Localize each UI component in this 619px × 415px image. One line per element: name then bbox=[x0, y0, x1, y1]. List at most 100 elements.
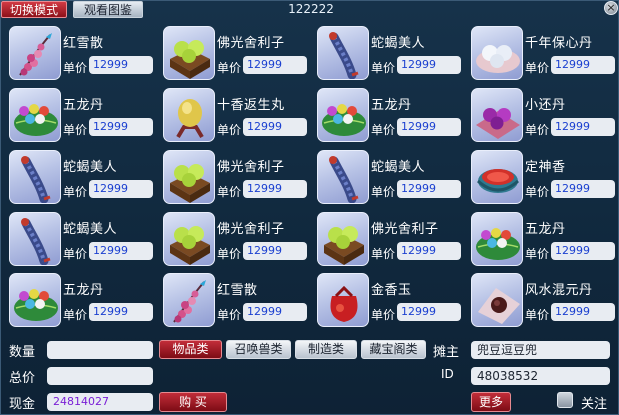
scorpion-icon[interactable] bbox=[9, 150, 61, 204]
item-name: 金香玉 bbox=[371, 283, 412, 298]
item-name: 蛇蝎美人 bbox=[63, 222, 118, 237]
item-name: 五龙丹 bbox=[63, 283, 104, 298]
owner-field: 兜豆逗豆兜 bbox=[471, 341, 610, 359]
scorpion-icon[interactable] bbox=[9, 212, 61, 266]
unit-price-label: 单价 bbox=[63, 185, 88, 199]
unit-price-label: 单价 bbox=[217, 61, 242, 75]
green-pearls-box-icon[interactable] bbox=[163, 150, 215, 204]
switch-mode-button[interactable]: 切换模式 bbox=[1, 1, 67, 18]
green-pearls-box-icon[interactable] bbox=[163, 26, 215, 80]
item-card[interactable]: 五龙丹 单价 12999 bbox=[5, 88, 157, 146]
item-name: 五龙丹 bbox=[525, 222, 566, 237]
unit-price-field: 12999 bbox=[551, 303, 615, 321]
item-card[interactable]: 十香返生丸 单价 12999 bbox=[159, 88, 311, 146]
follow-checkbox[interactable] bbox=[557, 392, 573, 408]
unit-price-field: 12999 bbox=[551, 180, 615, 198]
unit-price-field: 12999 bbox=[551, 242, 615, 260]
id-field: 48038532 bbox=[471, 367, 610, 385]
item-name: 五龙丹 bbox=[371, 98, 412, 113]
item-card[interactable]: 佛光舍利子 单价 12999 bbox=[313, 212, 465, 270]
colored-pills-leaf-icon[interactable] bbox=[9, 273, 61, 327]
item-card[interactable]: 红雪散 单价 12999 bbox=[5, 26, 157, 84]
red-berry-branch-icon[interactable] bbox=[163, 273, 215, 327]
total-price-field bbox=[47, 367, 153, 385]
white-pills-plate-icon[interactable] bbox=[471, 26, 523, 80]
unit-price-label: 单价 bbox=[63, 247, 88, 261]
item-name: 蛇蝎美人 bbox=[63, 160, 118, 175]
green-pearls-box-icon[interactable] bbox=[317, 212, 369, 266]
colored-pills-leaf-icon[interactable] bbox=[317, 88, 369, 142]
unit-price-field: 12999 bbox=[397, 303, 461, 321]
unit-price-field: 12999 bbox=[397, 242, 461, 260]
item-card[interactable]: 蛇蝎美人 单价 12999 bbox=[313, 150, 465, 208]
item-name: 千年保心丹 bbox=[525, 36, 593, 51]
stall-title: 122222 bbox=[288, 2, 334, 16]
unit-price-field: 12999 bbox=[89, 56, 153, 74]
tab-items[interactable]: 物品类 bbox=[159, 340, 222, 359]
item-card[interactable]: 金香玉 单价 12999 bbox=[313, 273, 465, 331]
purple-pills-cloth-icon[interactable] bbox=[471, 88, 523, 142]
unit-price-field: 12999 bbox=[551, 56, 615, 74]
unit-price-label: 单价 bbox=[525, 247, 550, 261]
unit-price-field: 12999 bbox=[243, 180, 307, 198]
colored-pills-leaf-icon[interactable] bbox=[9, 88, 61, 142]
quantity-label: 数量 bbox=[9, 345, 36, 360]
quantity-input[interactable] bbox=[47, 341, 153, 359]
tab-treasure-pavilion[interactable]: 藏宝阁类 bbox=[361, 340, 426, 359]
item-card[interactable]: 风水混元丹 单价 12999 bbox=[467, 273, 619, 331]
unit-price-label: 单价 bbox=[217, 308, 242, 322]
item-card[interactable]: 定神香 单价 12999 bbox=[467, 150, 619, 208]
item-name: 蛇蝎美人 bbox=[371, 36, 426, 51]
item-name: 五龙丹 bbox=[63, 98, 104, 113]
more-button[interactable]: 更多 bbox=[471, 392, 511, 412]
item-card[interactable]: 千年保心丹 单价 12999 bbox=[467, 26, 619, 84]
unit-price-label: 单价 bbox=[371, 247, 396, 261]
item-card[interactable]: 佛光舍利子 单价 12999 bbox=[159, 212, 311, 270]
unit-price-field: 12999 bbox=[89, 180, 153, 198]
golden-orb-stand-icon[interactable] bbox=[163, 88, 215, 142]
unit-price-label: 单价 bbox=[63, 61, 88, 75]
item-name: 佛光舍利子 bbox=[217, 36, 285, 51]
top-bar: 切换模式 观看图鉴 122222 × bbox=[1, 1, 619, 21]
view-catalog-button[interactable]: 观看图鉴 bbox=[73, 1, 143, 18]
item-card[interactable]: 佛光舍利子 单价 12999 bbox=[159, 26, 311, 84]
incense-bowl-icon[interactable] bbox=[471, 150, 523, 204]
stall-window: 切换模式 观看图鉴 122222 × 红雪散 单价 12999 佛光舍利子 单价 1299… bbox=[0, 0, 619, 415]
item-name: 十香返生丸 bbox=[217, 98, 285, 113]
scorpion-icon[interactable] bbox=[317, 26, 369, 80]
item-card[interactable]: 五龙丹单价 12999 bbox=[467, 212, 619, 270]
colored-pills-leaf-icon[interactable] bbox=[471, 212, 523, 266]
item-card[interactable]: 红雪散 单价 12999 bbox=[159, 273, 311, 331]
total-price-label: 总价 bbox=[9, 371, 36, 386]
tab-summoned-beasts[interactable]: 召唤兽类 bbox=[226, 340, 291, 359]
item-card[interactable]: 蛇蝎美人 单价 12999 bbox=[5, 212, 157, 270]
unit-price-label: 单价 bbox=[371, 61, 396, 75]
owner-label: 摊主 bbox=[433, 345, 460, 360]
close-icon[interactable]: × bbox=[604, 1, 618, 15]
unit-price-label: 单价 bbox=[371, 185, 396, 199]
unit-price-label: 单价 bbox=[63, 123, 88, 137]
unit-price-label: 单价 bbox=[525, 185, 550, 199]
green-pearls-box-icon[interactable] bbox=[163, 212, 215, 266]
unit-price-field: 12999 bbox=[397, 56, 461, 74]
item-name: 红雪散 bbox=[217, 283, 258, 298]
unit-price-label: 单价 bbox=[525, 123, 550, 137]
red-berry-branch-icon[interactable] bbox=[9, 26, 61, 80]
item-card[interactable]: 小还丹 单价 12999 bbox=[467, 88, 619, 146]
tab-crafting[interactable]: 制造类 bbox=[295, 340, 357, 359]
item-card[interactable]: 佛光舍利子 单价 12999 bbox=[159, 150, 311, 208]
unit-price-label: 单价 bbox=[371, 123, 396, 137]
unit-price-field: 12999 bbox=[243, 242, 307, 260]
dark-pill-cloth-icon[interactable] bbox=[471, 273, 523, 327]
unit-price-field: 12999 bbox=[89, 303, 153, 321]
buy-button[interactable]: 购 买 bbox=[159, 392, 227, 412]
unit-price-field: 12999 bbox=[397, 180, 461, 198]
item-card[interactable]: 蛇蝎美人单价 12999 bbox=[5, 150, 157, 208]
scorpion-icon[interactable] bbox=[317, 150, 369, 204]
item-card[interactable]: 五龙丹 单价 12999 bbox=[5, 273, 157, 331]
red-pouch-icon[interactable] bbox=[317, 273, 369, 327]
item-card[interactable]: 蛇蝎美人单价 12999 bbox=[313, 26, 465, 84]
item-card[interactable]: 五龙丹 单价 12999 bbox=[313, 88, 465, 146]
cash-label: 现金 bbox=[9, 397, 36, 412]
unit-price-field: 12999 bbox=[243, 118, 307, 136]
